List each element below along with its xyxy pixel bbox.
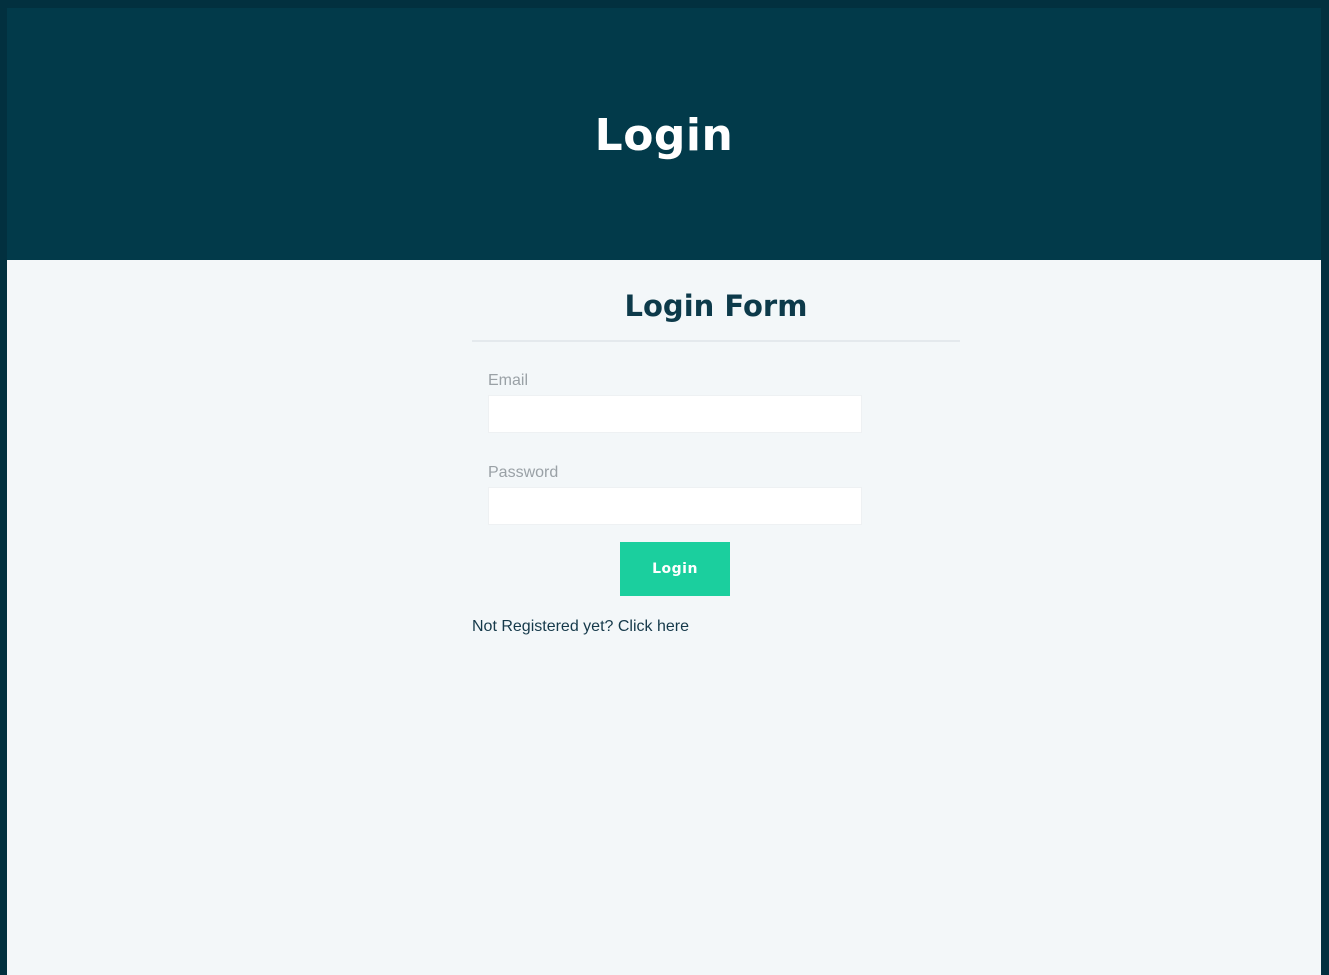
register-prompt-row: Not Registered yet? Click here [472, 617, 689, 637]
password-label: Password [488, 464, 559, 481]
email-label: Email [488, 372, 529, 389]
page-title: Login [594, 110, 734, 161]
email-input[interactable] [488, 395, 862, 433]
form-divider [472, 340, 960, 342]
login-button[interactable]: Login [620, 542, 730, 596]
login-form: Login Form Email Password Login Not Regi… [472, 276, 960, 656]
form-title: Login Form [624, 289, 808, 323]
register-prompt: Not Registered yet? [472, 618, 614, 635]
header-banner: Login [7, 8, 1321, 260]
password-input[interactable] [488, 487, 862, 525]
page-frame: Login Login Form Email Password Login No… [7, 8, 1321, 975]
register-link[interactable]: Click here [618, 618, 689, 635]
